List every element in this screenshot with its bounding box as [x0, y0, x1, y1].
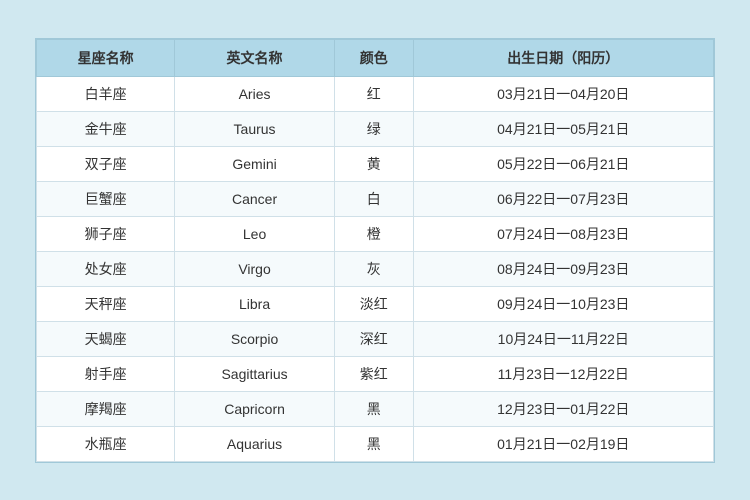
cell-chinese-name: 天秤座: [37, 286, 175, 321]
header-chinese-name: 星座名称: [37, 39, 175, 76]
cell-dates: 12月23日一01月22日: [413, 391, 713, 426]
cell-english-name: Cancer: [175, 181, 335, 216]
cell-dates: 05月22日一06月21日: [413, 146, 713, 181]
cell-color: 黑: [334, 426, 413, 461]
table-row: 巨蟹座Cancer白06月22日一07月23日: [37, 181, 714, 216]
cell-color: 淡红: [334, 286, 413, 321]
cell-color: 黑: [334, 391, 413, 426]
table-row: 水瓶座Aquarius黑01月21日一02月19日: [37, 426, 714, 461]
cell-english-name: Virgo: [175, 251, 335, 286]
cell-english-name: Taurus: [175, 111, 335, 146]
table-row: 金牛座Taurus绿04月21日一05月21日: [37, 111, 714, 146]
table-row: 处女座Virgo灰08月24日一09月23日: [37, 251, 714, 286]
cell-english-name: Aries: [175, 76, 335, 111]
cell-color: 绿: [334, 111, 413, 146]
cell-english-name: Sagittarius: [175, 356, 335, 391]
table-row: 白羊座Aries红03月21日一04月20日: [37, 76, 714, 111]
cell-english-name: Libra: [175, 286, 335, 321]
table-row: 狮子座Leo橙07月24日一08月23日: [37, 216, 714, 251]
cell-dates: 04月21日一05月21日: [413, 111, 713, 146]
cell-dates: 03月21日一04月20日: [413, 76, 713, 111]
table-row: 天秤座Libra淡红09月24日一10月23日: [37, 286, 714, 321]
cell-chinese-name: 巨蟹座: [37, 181, 175, 216]
cell-dates: 08月24日一09月23日: [413, 251, 713, 286]
cell-color: 紫红: [334, 356, 413, 391]
cell-chinese-name: 水瓶座: [37, 426, 175, 461]
cell-chinese-name: 处女座: [37, 251, 175, 286]
cell-dates: 10月24日一11月22日: [413, 321, 713, 356]
table-row: 双子座Gemini黄05月22日一06月21日: [37, 146, 714, 181]
cell-dates: 01月21日一02月19日: [413, 426, 713, 461]
table-row: 射手座Sagittarius紫红11月23日一12月22日: [37, 356, 714, 391]
cell-chinese-name: 天蝎座: [37, 321, 175, 356]
cell-chinese-name: 摩羯座: [37, 391, 175, 426]
cell-color: 灰: [334, 251, 413, 286]
cell-english-name: Gemini: [175, 146, 335, 181]
header-dates: 出生日期（阳历）: [413, 39, 713, 76]
cell-color: 橙: [334, 216, 413, 251]
cell-color: 深红: [334, 321, 413, 356]
cell-chinese-name: 射手座: [37, 356, 175, 391]
cell-chinese-name: 狮子座: [37, 216, 175, 251]
cell-dates: 06月22日一07月23日: [413, 181, 713, 216]
zodiac-table: 星座名称 英文名称 颜色 出生日期（阳历） 白羊座Aries红03月21日一04…: [36, 39, 714, 462]
table-header-row: 星座名称 英文名称 颜色 出生日期（阳历）: [37, 39, 714, 76]
table-row: 摩羯座Capricorn黑12月23日一01月22日: [37, 391, 714, 426]
cell-color: 白: [334, 181, 413, 216]
cell-color: 红: [334, 76, 413, 111]
cell-english-name: Leo: [175, 216, 335, 251]
table-row: 天蝎座Scorpio深红10月24日一11月22日: [37, 321, 714, 356]
header-color: 颜色: [334, 39, 413, 76]
cell-dates: 11月23日一12月22日: [413, 356, 713, 391]
cell-english-name: Capricorn: [175, 391, 335, 426]
cell-chinese-name: 双子座: [37, 146, 175, 181]
cell-chinese-name: 金牛座: [37, 111, 175, 146]
cell-dates: 09月24日一10月23日: [413, 286, 713, 321]
cell-english-name: Scorpio: [175, 321, 335, 356]
cell-dates: 07月24日一08月23日: [413, 216, 713, 251]
header-english-name: 英文名称: [175, 39, 335, 76]
zodiac-table-container: 星座名称 英文名称 颜色 出生日期（阳历） 白羊座Aries红03月21日一04…: [35, 38, 715, 463]
cell-english-name: Aquarius: [175, 426, 335, 461]
cell-color: 黄: [334, 146, 413, 181]
cell-chinese-name: 白羊座: [37, 76, 175, 111]
